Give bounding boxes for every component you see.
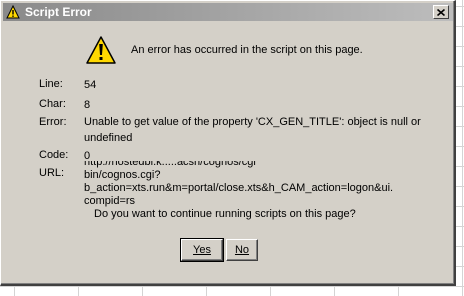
yes-button[interactable]: Yes <box>180 238 224 262</box>
url-scroll-area[interactable]: http://hostedbi.k.....acsn/cognos/cgi bi… <box>84 161 404 209</box>
window-title: Script Error <box>25 5 92 19</box>
continue-question: Do you want to continue running scripts … <box>94 208 356 220</box>
line-label: Line: <box>39 78 63 90</box>
url-line: http://hostedbi.k.....acsn/cognos/cgi <box>84 161 256 168</box>
close-button[interactable] <box>433 5 449 19</box>
url-label: URL: <box>39 167 65 179</box>
code-label: Code: <box>39 149 69 161</box>
char-value: 8 <box>84 99 91 111</box>
error-message: An error has occurred in the script on t… <box>131 44 363 56</box>
error-value: Unable to get value of the property 'CX_… <box>84 116 421 144</box>
warning-title-icon <box>6 4 20 19</box>
warning-icon <box>85 35 117 65</box>
line-value: 54 <box>84 79 97 91</box>
close-icon <box>436 3 446 21</box>
no-button[interactable]: No <box>226 239 258 261</box>
url-line: compid=rs <box>84 195 136 207</box>
error-label: Error: <box>39 116 67 128</box>
title-bar[interactable]: Script Error <box>3 3 453 21</box>
char-label: Char: <box>39 98 66 110</box>
script-error-dialog: Script Error An error has occurred in th… <box>0 0 456 286</box>
url-line: bin/cognos.cgi? <box>84 169 161 181</box>
url-line: b_action=xts.run&m=portal/close.xts&h_CA… <box>84 182 394 194</box>
